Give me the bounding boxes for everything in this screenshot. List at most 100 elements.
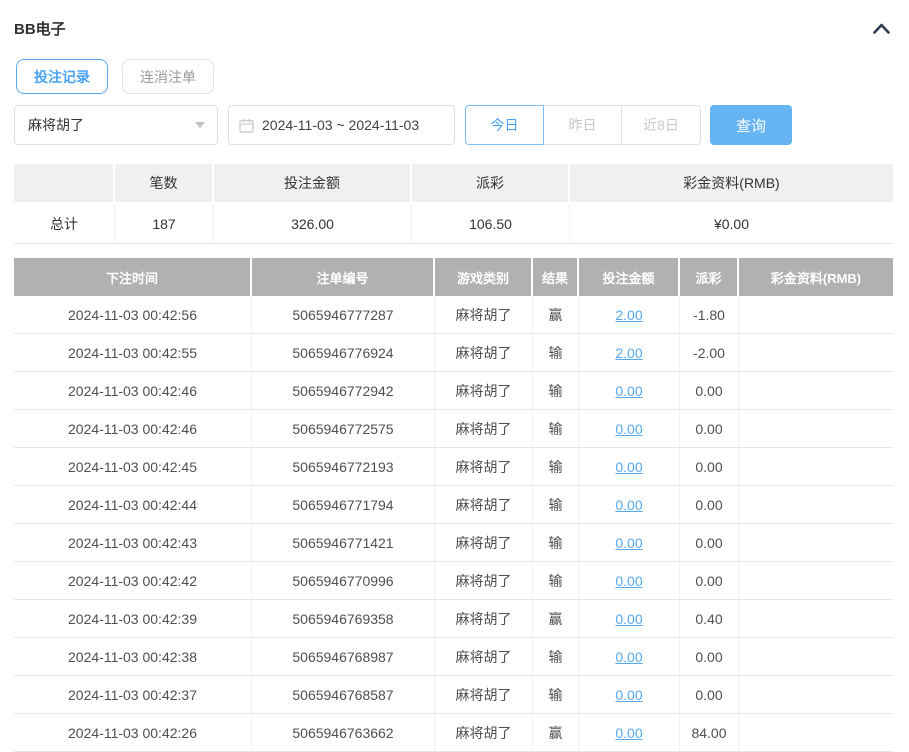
bet-id-cell: 5065946776924 [252,334,435,372]
table-row: 2024-11-03 00:42:555065946776924麻将胡了输2.0… [14,334,893,372]
payout-cell: 0.00 [680,562,739,600]
game-type-cell: 麻将胡了 [435,524,533,562]
bet-time-cell: 2024-11-03 00:42:45 [14,448,252,486]
bet-amount-link[interactable]: 0.00 [615,535,642,551]
table-row: 2024-11-03 00:42:425065946770996麻将胡了输0.0… [14,562,893,600]
table-row: 2024-11-03 00:42:385065946768987麻将胡了输0.0… [14,638,893,676]
bet-id-cell: 5065946771421 [252,524,435,562]
table-row: 2024-11-03 00:42:465065946772942麻将胡了输0.0… [14,372,893,410]
result-cell: 输 [533,448,579,486]
bet-amount-cell: 0.00 [579,524,680,562]
bet-time-cell: 2024-11-03 00:42:46 [14,372,252,410]
bonus-cell [739,486,893,524]
column-header: 下注时间 [14,258,252,296]
column-header: 派彩 [680,258,739,296]
bonus-cell [739,562,893,600]
bet-amount-cell: 0.00 [579,486,680,524]
result-cell: 输 [533,372,579,410]
filter-bar: 麻将胡了 2024-11-03 ~ 2024-11-03 今日 昨日 近8日 查… [14,105,909,145]
bonus-cell [739,676,893,714]
result-cell: 输 [533,524,579,562]
bet-amount-link[interactable]: 2.00 [615,345,642,361]
tab-cancelled-bets[interactable]: 连消注单 [122,59,214,94]
table-row: 2024-11-03 00:42:375065946768587麻将胡了输0.0… [14,676,893,714]
game-type-cell: 麻将胡了 [435,562,533,600]
bet-id-cell: 5065946769358 [252,600,435,638]
payout-cell: 0.00 [680,448,739,486]
result-cell: 输 [533,486,579,524]
bet-amount-cell: 0.00 [579,448,680,486]
game-type-cell: 麻将胡了 [435,372,533,410]
game-type-cell: 麻将胡了 [435,714,533,752]
table-row: 2024-11-03 00:42:565065946777287麻将胡了赢2.0… [14,296,893,334]
query-button[interactable]: 查询 [710,105,792,145]
game-select[interactable]: 麻将胡了 [14,105,218,145]
quick-date-group: 今日 昨日 近8日 [465,105,701,145]
bet-amount-link[interactable]: 0.00 [615,611,642,627]
bet-id-cell: 5065946777287 [252,296,435,334]
table-row: 2024-11-03 00:42:395065946769358麻将胡了赢0.0… [14,600,893,638]
game-type-cell: 麻将胡了 [435,486,533,524]
bet-time-cell: 2024-11-03 00:42:44 [14,486,252,524]
page-title: BB电子 [14,18,66,39]
date-range-value: 2024-11-03 ~ 2024-11-03 [262,117,419,133]
bet-amount-link[interactable]: 0.00 [615,421,642,437]
bet-amount-link[interactable]: 0.00 [615,687,642,703]
tab-bet-records[interactable]: 投注记录 [16,59,108,94]
table-row: 2024-11-03 00:42:435065946771421麻将胡了输 0.0… [14,524,893,562]
bet-amount-link[interactable]: 0.00 [615,497,642,513]
bet-amount-cell: 0.00 [579,676,680,714]
bet-time-cell: 2024-11-03 00:42:39 [14,600,252,638]
result-cell: 赢 [533,714,579,752]
quick-filter-today[interactable]: 今日 [465,105,544,145]
summary-total-row: 总计 187 326.00 106.50 ¥0.00 [14,204,893,244]
date-range-input[interactable]: 2024-11-03 ~ 2024-11-03 [228,105,455,145]
result-cell: 输 [533,562,579,600]
bet-id-cell: 5065946763662 [252,714,435,752]
bonus-cell [739,448,893,486]
bet-id-cell: 5065946768587 [252,676,435,714]
bet-time-cell: 2024-11-03 00:42:56 [14,296,252,334]
payout-cell: 0.00 [680,486,739,524]
bet-amount-link[interactable]: 0.00 [615,725,642,741]
summary-total-bonus: ¥0.00 [570,204,893,244]
bonus-cell [739,638,893,676]
summary-total-count: 187 [115,204,214,244]
bonus-cell [739,410,893,448]
game-select-value: 麻将胡了 [28,115,84,135]
calendar-icon [239,118,254,133]
bet-amount-link[interactable]: 0.00 [615,383,642,399]
bet-amount-cell: 0.00 [579,600,680,638]
bet-time-cell: 2024-11-03 00:42:38 [14,638,252,676]
quick-filter-yesterday[interactable]: 昨日 [543,105,622,145]
bet-amount-link[interactable]: 0.00 [615,649,642,665]
result-cell: 输 [533,334,579,372]
payout-cell: 0.00 [680,410,739,448]
bet-amount-link[interactable]: 0.00 [615,573,642,589]
summary-header-bet-amount: 投注金额 [214,164,412,204]
bet-time-cell: 2024-11-03 00:42:37 [14,676,252,714]
bet-id-cell: 5065946772575 [252,410,435,448]
bet-amount-cell: 0.00 [579,410,680,448]
payout-cell: -1.80 [680,296,739,334]
bet-amount-cell: 2.00 [579,296,680,334]
table-row: 2024-11-03 00:42:445065946771794麻将胡了输0.0… [14,486,893,524]
bonus-cell [739,524,893,562]
payout-cell: 0.40 [680,600,739,638]
chevron-down-icon [195,122,205,128]
bet-time-cell: 2024-11-03 00:42:55 [14,334,252,372]
summary-total-bet-amount: 326.00 [214,204,412,244]
collapse-chevron-up-icon[interactable] [870,20,893,37]
column-header: 结果 [533,258,579,296]
bet-amount-link[interactable]: 2.00 [615,307,642,323]
quick-filter-last8days[interactable]: 近8日 [621,105,701,145]
summary-header-count: 笔数 [115,164,214,204]
summary-total-payout: 106.50 [412,204,570,244]
bet-amount-link[interactable]: 0.00 [615,459,642,475]
records-table: 下注时间注单编号游戏类别结果投注金额派彩彩金资料(RMB) 2024-11-03… [14,258,893,752]
summary-total-label: 总计 [14,204,115,244]
bet-time-cell: 2024-11-03 00:42:43 [14,524,252,562]
bonus-cell [739,714,893,752]
bonus-cell [739,334,893,372]
records-header-row: 下注时间注单编号游戏类别结果投注金额派彩彩金资料(RMB) [14,258,893,296]
